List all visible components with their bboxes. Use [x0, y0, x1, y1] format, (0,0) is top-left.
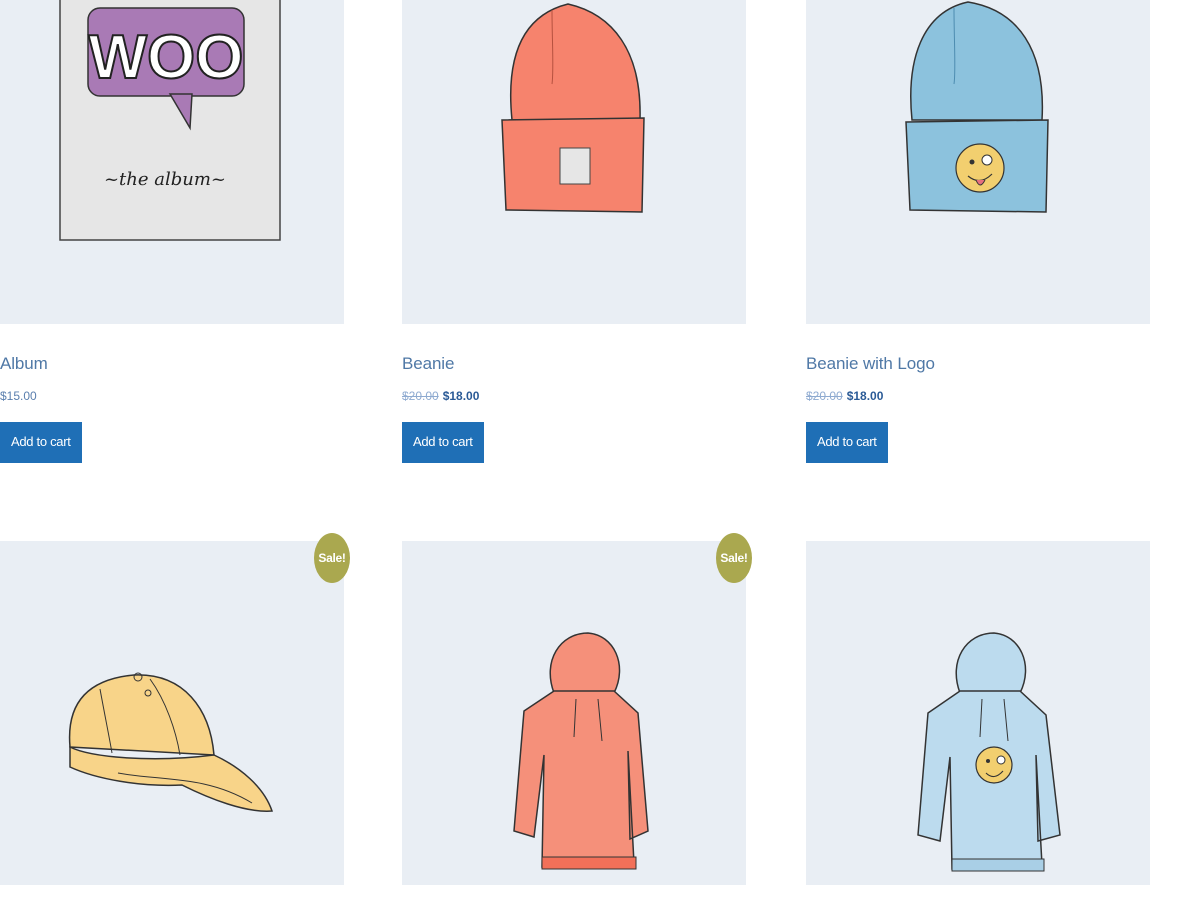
hoodie-with-logo-illustration — [917, 632, 1061, 872]
beanie-with-logo-illustration — [905, 1, 1049, 213]
product-grid: WOO ~the album~ Album $15.00 Add to cart… — [0, 0, 1200, 900]
add-to-cart-button[interactable]: Add to cart — [0, 422, 82, 463]
album-illustration: WOO ~the album~ — [59, 0, 281, 241]
product-price: $20.00 $18.00 — [402, 388, 746, 404]
product-title[interactable]: Beanie — [402, 353, 746, 375]
regular-price: $15.00 — [0, 389, 37, 403]
regular-price-struck: $20.00 — [402, 389, 439, 403]
product-title[interactable]: Album — [0, 353, 344, 375]
add-to-cart-button[interactable]: Add to cart — [402, 422, 484, 463]
product-image[interactable] — [806, 0, 1150, 324]
cap-illustration — [68, 672, 274, 812]
product-card-hoodie: Sale! — [402, 533, 752, 885]
product-price: $15.00 — [0, 388, 344, 404]
album-caption-text: ~the album~ — [104, 169, 226, 190]
product-image[interactable]: Sale! — [0, 533, 350, 885]
album-logo-text: WOO — [89, 23, 244, 92]
product-image[interactable] — [402, 0, 746, 324]
beanie-illustration — [501, 3, 645, 213]
product-card-hoodie-with-logo — [806, 541, 1150, 885]
product-image[interactable]: Sale! — [402, 533, 752, 885]
sale-badge: Sale! — [314, 533, 350, 583]
product-card-beanie-with-logo: Beanie with Logo $20.00 $18.00 Add to car… — [806, 0, 1150, 463]
product-card-album: WOO ~the album~ Album $15.00 Add to cart — [0, 0, 344, 463]
product-title[interactable]: Beanie with Logo — [806, 353, 1150, 375]
product-card-beanie: Beanie $20.00 $18.00 Add to cart — [402, 0, 746, 463]
product-image[interactable] — [806, 541, 1150, 885]
product-price: $20.00 $18.00 — [806, 388, 1150, 404]
product-card-cap: Sale! — [0, 533, 350, 885]
sale-badge: Sale! — [716, 533, 752, 583]
regular-price-struck: $20.00 — [806, 389, 843, 403]
sale-price: $18.00 — [442, 389, 480, 403]
product-image[interactable]: WOO ~the album~ — [0, 0, 344, 324]
add-to-cart-button[interactable]: Add to cart — [806, 422, 888, 463]
hoodie-illustration — [513, 632, 649, 870]
sale-price: $18.00 — [846, 389, 884, 403]
